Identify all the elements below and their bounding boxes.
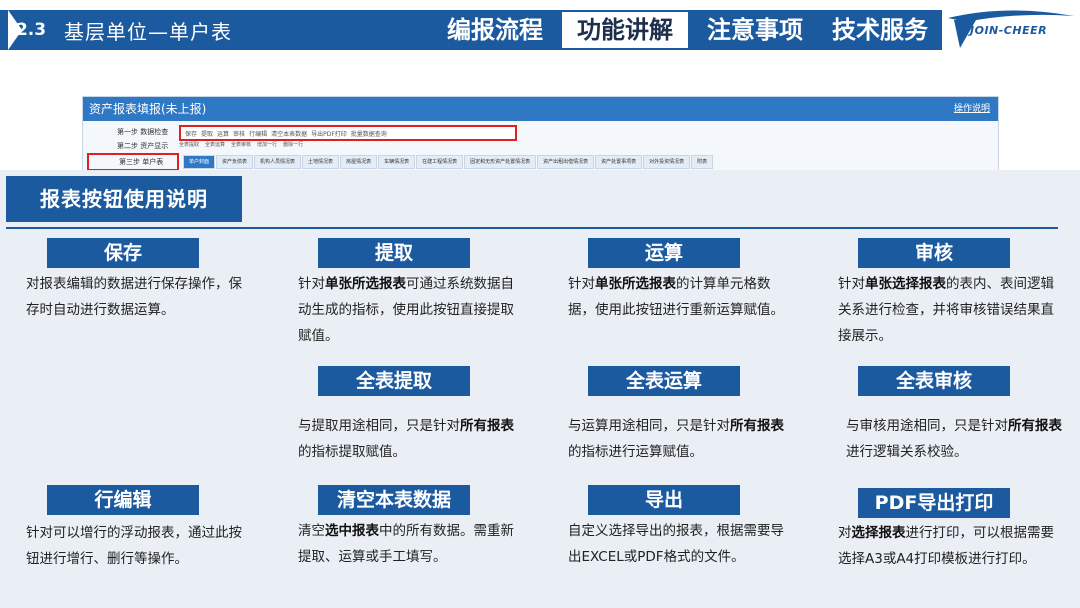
row-edit-desc: 针对可以增行的浮动报表，通过此按钮进行增行、删行等操作。 [26,520,254,572]
logo-text: JOIN-CHEER [970,24,1048,37]
toolbar-row-edit-button[interactable]: 行编辑 [249,129,267,138]
save-badge: 保存 [47,238,199,268]
desc-text: 自定义选择导出的报表，根据需要导出EXCEL或PDF格式的文件。 [568,523,784,565]
desc-emphasis: 单张选择报表 [865,276,946,292]
desc-text: 针对 [568,276,595,292]
step-item[interactable]: 第一步 数据检查 [87,125,179,139]
desc-emphasis: 所有报表 [460,418,514,434]
desc-text: 与提取用途相同，只是针对 [298,418,460,434]
subtoolbar-item[interactable]: 全表审核 [231,141,251,151]
desc-text: 对 [838,525,852,541]
help-link[interactable]: 操作说明 [954,97,990,121]
sheet-tab[interactable]: 土地情况表 [302,155,340,169]
sheet-tab[interactable]: 单户封面 [183,155,216,169]
full-extract-badge: 全表提取 [318,366,470,396]
panel-divider [6,227,1058,229]
toolbar-batch-query-button[interactable]: 批量数据查询 [351,129,387,138]
full-extract-desc: 与提取用途相同，只是针对所有报表的指标提取赋值。 [298,413,526,465]
calc-badge: 运算 [588,238,740,268]
sheet-tab[interactable]: 资产处置事项表 [595,155,643,169]
toolbar-extract-button[interactable]: 提取 [201,129,213,138]
sheet-tab[interactable]: 在建工程情况表 [416,155,464,169]
clear-table-desc: 清空选中报表中的所有数据。需重新提取、运算或手工填写。 [298,518,526,570]
full-audit-badge: 全表审核 [858,366,1010,396]
tab-process[interactable]: 编报流程 [436,10,554,50]
sheet-tab[interactable]: 房屋情况表 [340,155,378,169]
toolbar-clear-button[interactable]: 清空本表数据 [271,129,307,138]
report-toolbar: 保存 提取 运算 审核 行编辑 清空本表数据 导出PDF打印 批量数据查询 [179,125,517,141]
button-help-panel: 报表按钮使用说明 保存 对报表编辑的数据进行保存操作，保存时自动进行数据运算。 … [0,170,1080,608]
report-window-title: 资产报表填报(未上报) 操作说明 [83,97,998,121]
pdf-print-badge: PDF导出打印 [858,488,1010,518]
desc-emphasis: 所有报表 [1008,418,1062,434]
company-logo: JOIN-CHEER [946,6,1076,54]
desc-text: 与审核用途相同，只是针对 [846,418,1008,434]
slide-header: 2.3 基层单位—单户表 编报流程 功能讲解 注意事项 技术服务 JOIN-CH… [0,0,1080,62]
pdf-print-desc: 对选择报表进行打印，可以根据需要选择A3或A4打印模板进行打印。 [838,520,1066,572]
desc-text: 的指标进行运算赋值。 [568,444,703,460]
toolbar-pdf-button[interactable]: 导出PDF打印 [311,129,347,138]
desc-text: 针对可以增行的浮动报表，通过此按钮进行增行、删行等操作。 [26,525,242,567]
step-item[interactable]: 第二步 资产显示 [87,139,179,153]
subtoolbar-item[interactable]: 全表提取 [179,141,199,151]
subtoolbar-item[interactable]: 增加一行 [257,141,277,151]
sheet-tab[interactable]: 资产出租出借情况表 [537,155,595,169]
desc-text: 清空 [298,523,325,539]
full-calc-desc: 与运算用途相同，只是针对所有报表的指标进行运算赋值。 [568,413,796,465]
step-list: 第一步 数据检查 第二步 资产显示 第三步 单户表 [87,125,179,171]
row-edit-badge: 行编辑 [47,485,199,515]
sheet-tab[interactable]: 对外投资情况表 [643,155,691,169]
desc-emphasis: 选择报表 [851,525,906,541]
desc-text: 针对 [838,276,865,292]
desc-emphasis: 单张所选报表 [595,276,676,292]
section-title: 基层单位—单户表 [64,19,232,44]
save-desc: 对报表编辑的数据进行保存操作，保存时自动进行数据运算。 [26,271,254,323]
clear-table-badge: 清空本表数据 [318,485,470,515]
panel-title: 报表按钮使用说明 [6,176,242,222]
section-label: 2.3 基层单位—单户表 [8,10,232,50]
full-audit-desc: 与审核用途相同，只是针对所有报表进行逻辑关系校验。 [846,413,1074,465]
desc-text: 的指标提取赋值。 [298,444,406,460]
full-calc-badge: 全表运算 [588,366,740,396]
sheet-tab[interactable]: 车辆情况表 [378,155,416,169]
report-window-title-text: 资产报表填报(未上报) [89,102,207,116]
extract-badge: 提取 [318,238,470,268]
audit-badge: 审核 [858,238,1010,268]
audit-desc: 针对单张选择报表的表内、表间逻辑关系进行检查，并将审核错误结果直接展示。 [838,271,1066,349]
desc-emphasis: 所有报表 [730,418,784,434]
sheet-tab[interactable]: 资产负债表 [216,155,254,169]
sheet-tab[interactable]: 附表 [691,155,714,169]
desc-text: 与运算用途相同，只是针对 [568,418,730,434]
toolbar-save-button[interactable]: 保存 [185,129,197,138]
subtoolbar-item[interactable]: 删除一行 [283,141,303,151]
calc-desc: 针对单张所选报表的计算单元格数据，使用此按钮进行重新运算赋值。 [568,271,796,323]
sheet-tab[interactable]: 固定和无形资产处置情况表 [464,155,537,169]
sheet-tab[interactable]: 机构人员情况表 [254,155,302,169]
subtoolbar-item[interactable]: 全表运算 [205,141,225,151]
sheet-tabs: 单户封面 资产负债表 机构人员情况表 土地情况表 房屋情况表 车辆情况表 在建工… [183,155,998,169]
desc-emphasis: 选中报表 [325,523,379,539]
arrow-icon [8,10,22,50]
extract-desc: 针对单张所选报表可通过系统数据自动生成的指标，使用此按钮直接提取赋值。 [298,271,526,349]
export-desc: 自定义选择导出的报表，根据需要导出EXCEL或PDF格式的文件。 [568,518,796,570]
step-item-selected[interactable]: 第三步 单户表 [87,153,179,171]
export-badge: 导出 [588,485,740,515]
toolbar-calc-button[interactable]: 运算 [217,129,229,138]
report-screenshot: 资产报表填报(未上报) 操作说明 第一步 数据检查 第二步 资产显示 第三步 单… [82,96,999,174]
toolbar-audit-button[interactable]: 审核 [233,129,245,138]
tab-support[interactable]: 技术服务 [820,10,940,50]
desc-text: 针对 [298,276,325,292]
desc-emphasis: 单张所选报表 [325,276,406,292]
tab-features[interactable]: 功能讲解 [560,10,690,50]
report-subtoolbar: 全表提取 全表运算 全表审核 增加一行 删除一行 [179,141,519,151]
desc-text: 进行逻辑关系校验。 [846,444,968,460]
tab-notes[interactable]: 注意事项 [694,10,816,50]
desc-text: 对报表编辑的数据进行保存操作，保存时自动进行数据运算。 [26,276,242,318]
